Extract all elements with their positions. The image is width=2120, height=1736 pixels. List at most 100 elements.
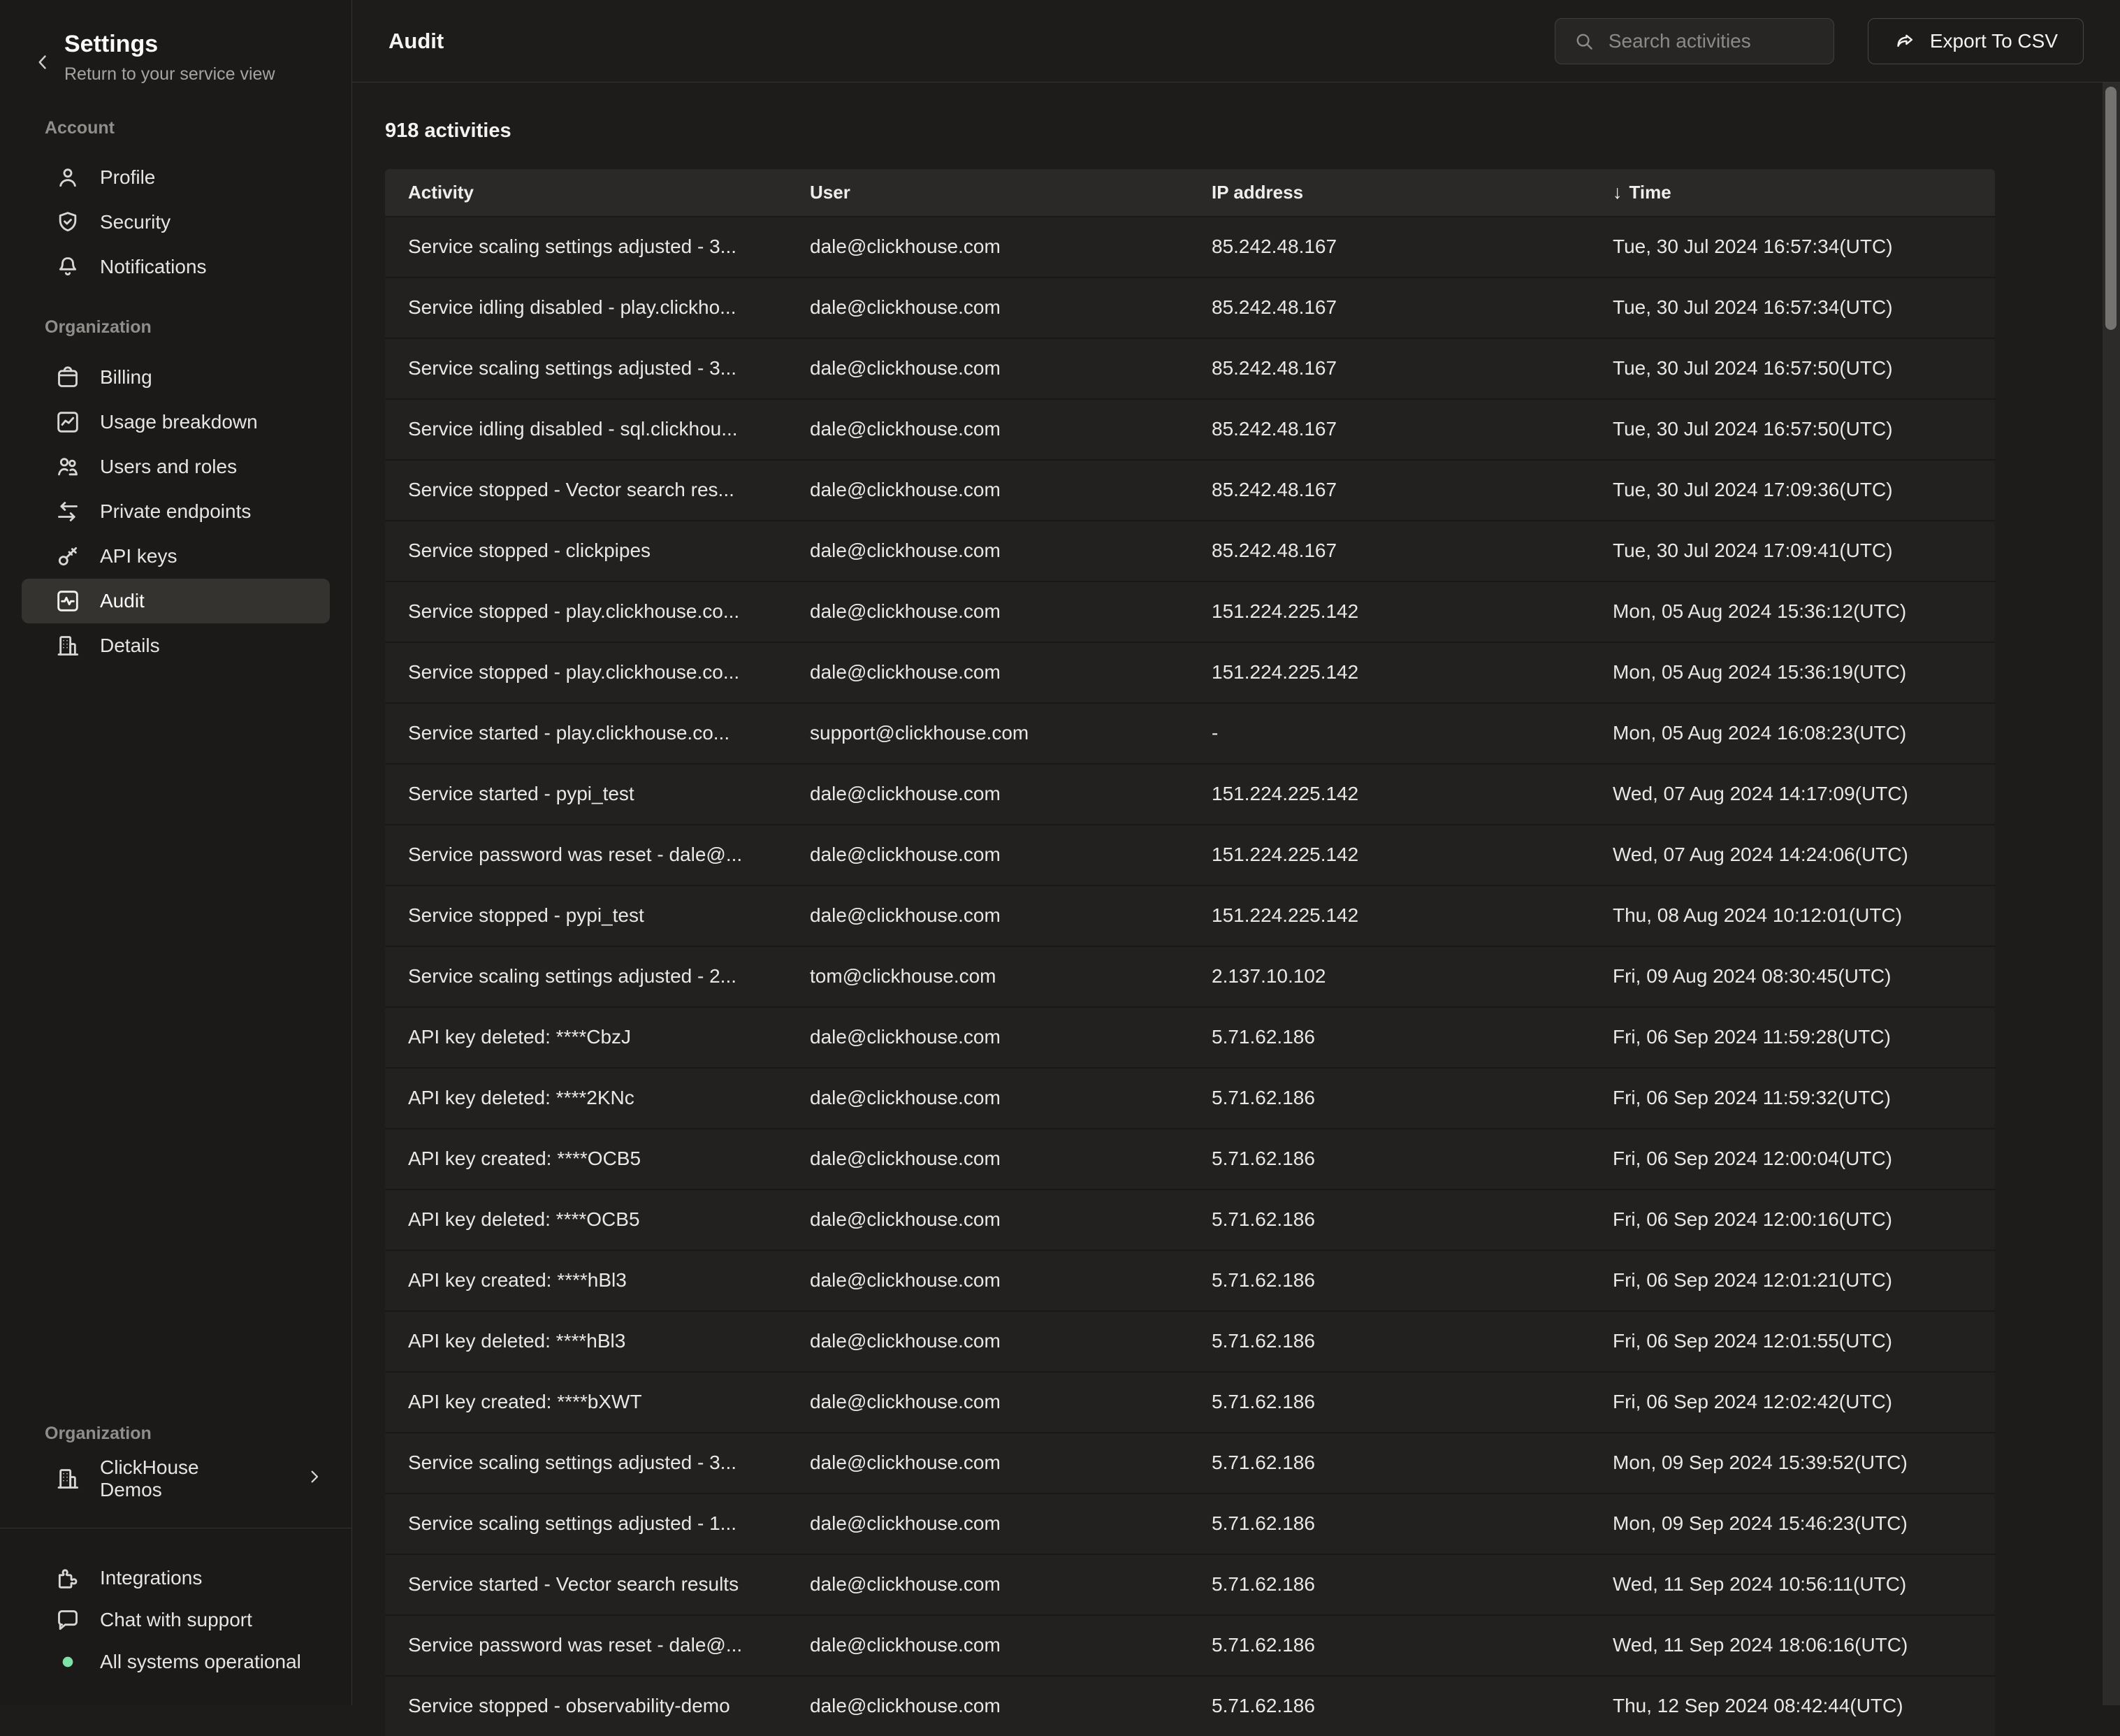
sidebar-subtitle: Return to your service view [64, 64, 275, 85]
section-label-organization: Organization [45, 317, 351, 338]
table-row: API key deleted: ****hBl3 dale@clickhous… [385, 1310, 1995, 1371]
cell-activity: Service idling disabled - sql.clickhou..… [385, 418, 787, 440]
cell-ip-address: 85.242.48.167 [1189, 540, 1590, 562]
section-label-org-switcher: Organization [45, 1423, 351, 1444]
back-button[interactable] [31, 41, 55, 85]
footer-item-all-systems-operational[interactable]: All systems operational [22, 1641, 305, 1683]
sidebar-item-label: Profile [100, 166, 155, 189]
sidebar-item-label: Notifications [100, 256, 207, 278]
column-header-activity[interactable]: Activity [385, 182, 787, 203]
table-row: Service stopped - play.clickhouse.co... … [385, 581, 1995, 642]
cell-ip-address: 5.71.62.186 [1189, 1391, 1590, 1413]
sidebar-item-details[interactable]: Details [22, 623, 330, 668]
cell-user: dale@clickhouse.com [787, 1208, 1189, 1231]
cell-ip-address: 151.224.225.142 [1189, 661, 1590, 683]
sidebar-item-label: Audit [100, 590, 145, 612]
cell-time: Fri, 06 Sep 2024 12:01:55(UTC) [1590, 1330, 1995, 1352]
table-row: Service scaling settings adjusted - 3...… [385, 338, 1995, 398]
cell-ip-address: 5.71.62.186 [1189, 1452, 1590, 1474]
sidebar-item-label: Details [100, 635, 160, 657]
table-row: Service scaling settings adjusted - 3...… [385, 1432, 1995, 1493]
cell-activity: API key created: ****OCB5 [385, 1148, 787, 1170]
cell-time: Fri, 06 Sep 2024 11:59:28(UTC) [1590, 1026, 1995, 1048]
sidebar-item-audit[interactable]: Audit [22, 579, 330, 623]
table-row: Service started - pypi_test dale@clickho… [385, 763, 1995, 824]
users-icon [54, 453, 82, 481]
sidebar-item-security[interactable]: Security [22, 200, 330, 245]
cell-ip-address: 5.71.62.186 [1189, 1026, 1590, 1048]
table-row: API key created: ****OCB5 dale@clickhous… [385, 1128, 1995, 1189]
cell-user: dale@clickhouse.com [787, 1452, 1189, 1474]
org-switcher-label: ClickHouse Demos [100, 1456, 261, 1501]
org-switcher-nav: ClickHouse Demos [0, 1456, 351, 1501]
sidebar-item-label: Usage breakdown [100, 411, 258, 433]
sidebar-item-label: API keys [100, 545, 177, 567]
cell-user: dale@clickhouse.com [787, 904, 1189, 927]
sidebar-item-api-keys[interactable]: API keys [22, 534, 330, 579]
table-row: Service started - play.clickhouse.co... … [385, 702, 1995, 763]
cell-activity: Service password was reset - dale@... [385, 844, 787, 866]
cell-activity: Service stopped - play.clickhouse.co... [385, 600, 787, 623]
table-row: Service scaling settings adjusted - 1...… [385, 1493, 1995, 1554]
cell-ip-address: 85.242.48.167 [1189, 236, 1590, 258]
table-row: Service password was reset - dale@... da… [385, 1614, 1995, 1675]
sidebar-item-private-endpoints[interactable]: Private endpoints [22, 489, 330, 534]
cell-time: Tue, 30 Jul 2024 17:09:41(UTC) [1590, 540, 1995, 562]
sidebar-item-label: Billing [100, 366, 152, 389]
cell-user: dale@clickhouse.com [787, 661, 1189, 683]
footer-item-chat-with-support[interactable]: Chat with support [22, 1599, 256, 1641]
sidebar-item-usage-breakdown[interactable]: Usage breakdown [22, 400, 330, 444]
cell-time: Wed, 07 Aug 2024 14:17:09(UTC) [1590, 783, 1995, 805]
cell-time: Fri, 06 Sep 2024 11:59:32(UTC) [1590, 1087, 1995, 1109]
cell-user: dale@clickhouse.com [787, 1269, 1189, 1292]
vertical-scrollbar-track[interactable] [2103, 82, 2120, 1705]
cell-time: Tue, 30 Jul 2024 17:09:36(UTC) [1590, 479, 1995, 501]
export-csv-button[interactable]: Export To CSV [1868, 18, 2084, 64]
sidebar-footer: Integrations Chat with support All syste… [0, 1528, 351, 1705]
sidebar-title: Settings [64, 29, 275, 59]
cell-activity: Service scaling settings adjusted - 3... [385, 236, 787, 258]
sidebar-item-label: Security [100, 211, 170, 233]
column-header-time[interactable]: ↓ Time [1590, 182, 1995, 203]
sidebar-item-profile[interactable]: Profile [22, 155, 330, 200]
cell-user: dale@clickhouse.com [787, 1148, 1189, 1170]
cell-user: dale@clickhouse.com [787, 1634, 1189, 1656]
building-icon [54, 1465, 82, 1493]
cell-activity: Service idling disabled - play.clickho..… [385, 296, 787, 319]
cell-user: dale@clickhouse.com [787, 357, 1189, 379]
table-row: API key deleted: ****CbzJ dale@clickhous… [385, 1006, 1995, 1067]
cell-user: dale@clickhouse.com [787, 1573, 1189, 1596]
footer-item-label: Chat with support [100, 1609, 252, 1631]
cell-activity: Service stopped - Vector search res... [385, 479, 787, 501]
cell-ip-address: 5.71.62.186 [1189, 1573, 1590, 1596]
table-row: Service stopped - play.clickhouse.co... … [385, 642, 1995, 702]
key-icon [54, 542, 82, 570]
cell-time: Mon, 09 Sep 2024 15:46:23(UTC) [1590, 1512, 1995, 1535]
cell-ip-address: 5.71.62.186 [1189, 1148, 1590, 1170]
table-row: Service stopped - clickpipes dale@clickh… [385, 520, 1995, 581]
cell-time: Fri, 06 Sep 2024 12:00:04(UTC) [1590, 1148, 1995, 1170]
search-icon [1572, 29, 1596, 53]
sidebar-item-billing[interactable]: Billing [22, 355, 330, 400]
cell-activity: API key created: ****bXWT [385, 1391, 787, 1413]
sidebar-item-users-and-roles[interactable]: Users and roles [22, 444, 330, 489]
footer-item-label: All systems operational [100, 1651, 301, 1673]
search-input[interactable] [1607, 29, 1817, 53]
table-row: Service scaling settings adjusted - 3...… [385, 216, 1995, 277]
audit-content: 918 activities Activity User IP address … [352, 82, 2120, 1736]
audit-main: Audit Export To CSV 918 activities Activ… [352, 0, 2120, 1705]
footer-item-integrations[interactable]: Integrations [22, 1557, 206, 1599]
cell-ip-address: 5.71.62.186 [1189, 1330, 1590, 1352]
column-header-ip-address[interactable]: IP address [1189, 182, 1590, 203]
cell-user: dale@clickhouse.com [787, 479, 1189, 501]
vertical-scrollbar-thumb[interactable] [2105, 87, 2117, 330]
org-switcher-clickhouse-demos[interactable]: ClickHouse Demos [22, 1456, 330, 1501]
cell-activity: Service stopped - pypi_test [385, 904, 787, 927]
column-header-user[interactable]: User [787, 182, 1189, 203]
sidebar-item-notifications[interactable]: Notifications [22, 245, 330, 289]
table-row: Service idling disabled - sql.clickhou..… [385, 398, 1995, 459]
table-header-row: Activity User IP address ↓ Time [385, 169, 1995, 216]
cell-time: Wed, 07 Aug 2024 14:24:06(UTC) [1590, 844, 1995, 866]
cell-user: tom@clickhouse.com [787, 965, 1189, 988]
cell-activity: API key deleted: ****hBl3 [385, 1330, 787, 1352]
